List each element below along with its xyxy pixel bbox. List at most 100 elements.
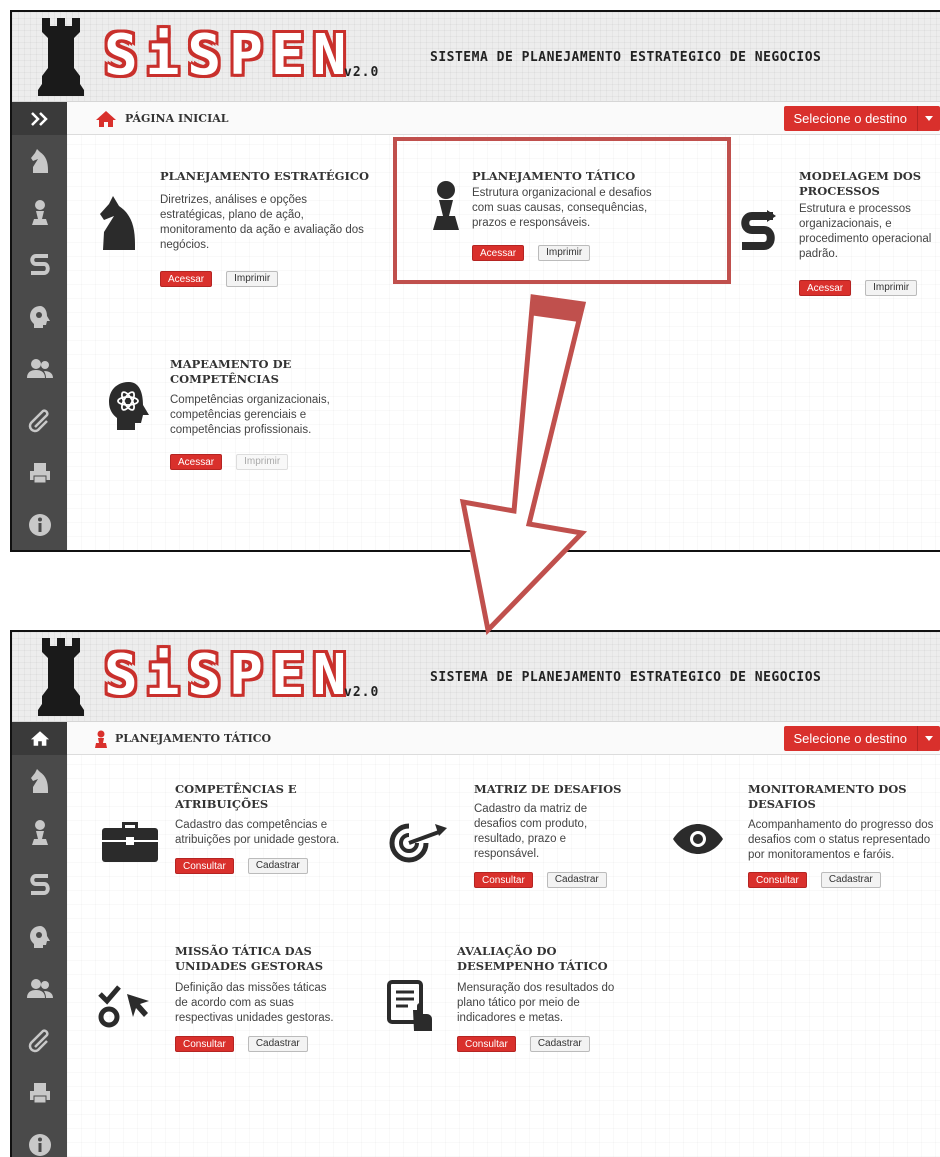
card-challenges-matrix: MATRIZ DE DESAFIOS Cadastro da matriz de… [387, 782, 647, 902]
card-title: MODELAGEM DOS PROCESSOS [799, 169, 922, 198]
sidebar-item-processes[interactable] [12, 239, 67, 291]
head-atom-icon [29, 306, 50, 328]
expand-sidebar-button[interactable] [12, 102, 67, 135]
info-icon [28, 514, 51, 536]
breadcrumb-bar: PÁGINA INICIAL Selecione o destino [67, 102, 940, 135]
destination-select-label: Selecione o destino [784, 726, 918, 751]
card-strategic-planning: PLANEJAMENTO ESTRATÉGICO Diretrizes, aná… [97, 162, 377, 292]
consult-button[interactable]: Consultar [175, 858, 234, 874]
consult-button[interactable]: Consultar [748, 872, 807, 888]
card-process-modeling: MODELAGEM DOS PROCESSOS Estrutura e proce… [739, 162, 939, 312]
logo-version: v2.0 [344, 685, 380, 700]
home-nav-button[interactable] [12, 722, 67, 755]
card-description: Cadastro da matriz de desafios com produt… [474, 803, 588, 860]
breadcrumb: PÁGINA INICIAL [95, 102, 228, 135]
destination-select[interactable]: Selecione o destino [783, 726, 940, 751]
destination-select[interactable]: Selecione o destino [783, 106, 940, 131]
pawn-icon [95, 730, 107, 748]
sidebar-item-tactical[interactable] [12, 807, 67, 859]
sidebar-item-attachments[interactable] [12, 395, 67, 447]
logo-wordmark: SiSPEN [104, 23, 355, 88]
target-arrow-icon [389, 823, 447, 863]
sidebar-item-competencies[interactable] [12, 911, 67, 963]
print-button[interactable]: Imprimir [865, 280, 918, 296]
knight-icon [30, 149, 48, 173]
card-actions: Consultar Cadastrar [748, 872, 881, 888]
sidebar-item-info[interactable] [12, 499, 67, 550]
consult-button[interactable]: Consultar [457, 1036, 516, 1052]
check-cursor-icon [98, 985, 149, 1028]
document-hand-icon [387, 980, 432, 1031]
header-banner: SiSPEN v2.0 SISTEMA DE PLANEJAMENTO ESTR… [12, 632, 940, 722]
page-title: PLANEJAMENTO TÁTICO [115, 732, 272, 745]
logo-wordmark: SiSPEN [104, 643, 355, 708]
page-title: PÁGINA INICIAL [125, 112, 229, 125]
pawn-icon [31, 200, 48, 225]
rook-logo-icon [38, 638, 84, 716]
card-description: Mensuração dos resultados do plano tático… [457, 982, 615, 1024]
consult-button[interactable]: Consultar [175, 1036, 234, 1052]
system-name: SISTEMA DE PLANEJAMENTO ESTRATÉGICO DE N… [430, 50, 822, 65]
home-icon [96, 110, 116, 127]
process-s-icon [29, 874, 50, 895]
register-button[interactable]: Cadastrar [247, 858, 308, 874]
card-description: Diretrizes, análises e opções estratégica… [160, 194, 364, 251]
highlight-box [393, 137, 731, 284]
breadcrumb-bar: PLANEJAMENTO TÁTICO Selecione o destino [67, 722, 940, 755]
sidebar-item-strategic[interactable] [12, 755, 67, 807]
knight-icon [30, 769, 48, 793]
sidebar-item-users[interactable] [12, 963, 67, 1015]
access-button[interactable]: Acessar [170, 454, 223, 470]
pawn-icon [31, 820, 48, 845]
access-button[interactable]: Acessar [160, 271, 213, 287]
sidebar [12, 102, 67, 550]
sidebar-item-print[interactable] [12, 447, 67, 499]
process-s-icon [29, 254, 50, 275]
sidebar-item-attachments[interactable] [12, 1015, 67, 1067]
info-icon [28, 1134, 51, 1156]
print-button[interactable]: Imprimir [226, 271, 279, 287]
sidebar-item-info[interactable] [12, 1119, 67, 1157]
card-title: AVALIAÇÃO DO DESEMPENHO TÁTICO [457, 944, 608, 973]
register-button[interactable]: Cadastrar [247, 1036, 308, 1052]
card-description: Cadastro das competências e atribuições p… [175, 819, 340, 846]
paperclip-icon [28, 409, 49, 433]
card-description: Definição das missões táticas de acordo c… [175, 982, 334, 1024]
tactical-planning-screenshot: SiSPEN v2.0 SISTEMA DE PLANEJAMENTO ESTR… [10, 630, 940, 1157]
card-description: Acompanhamento do progresso dos desafios … [748, 819, 934, 861]
card-title: MONITORAMENTO DOS DESAFIOS [748, 782, 907, 811]
register-button[interactable]: Cadastrar [820, 872, 881, 888]
card-actions: Acessar Imprimir [160, 271, 279, 287]
destination-select-label: Selecione o destino [784, 106, 918, 131]
card-tactical-performance: AVALIAÇÃO DO DESEMPENHO TÁTICO Mensuração… [387, 944, 647, 1064]
register-button[interactable]: Cadastrar [529, 1036, 590, 1052]
sidebar-item-competencies[interactable] [12, 291, 67, 343]
register-button[interactable]: Cadastrar [546, 872, 607, 888]
sidebar-item-processes[interactable] [12, 859, 67, 911]
card-actions: Consultar Cadastrar [474, 872, 607, 888]
sidebar-item-tactical[interactable] [12, 187, 67, 239]
card-actions: Consultar Cadastrar [457, 1036, 590, 1052]
card-actions: Consultar Cadastrar [175, 1036, 308, 1052]
logo-version: v2.0 [344, 65, 380, 80]
head-atom-icon [109, 382, 149, 430]
card-actions: Consultar Cadastrar [175, 858, 308, 874]
head-atom-icon [29, 926, 50, 948]
sidebar-item-strategic[interactable] [12, 135, 67, 187]
system-name: SISTEMA DE PLANEJAMENTO ESTRATÉGICO DE N… [430, 670, 822, 685]
knight-icon [100, 196, 135, 250]
process-s-icon [741, 210, 776, 250]
access-button[interactable]: Acessar [799, 280, 852, 296]
card-description: Competências organizacionais, competência… [170, 394, 330, 436]
card-title: COMPETÊNCIAS E ATRIBUIÇÕES [175, 782, 297, 811]
card-competencies-attributions: COMPETÊNCIAS E ATRIBUIÇÕES Cadastro das c… [102, 782, 372, 882]
rook-logo-icon [38, 18, 84, 96]
card-title: MATRIZ DE DESAFIOS [474, 782, 622, 796]
consult-button[interactable]: Consultar [474, 872, 533, 888]
print-button[interactable]: Imprimir [236, 454, 289, 470]
card-title: MISSÃO TÁTICA DAS UNIDADES GESTORAS [175, 944, 324, 973]
sidebar-item-print[interactable] [12, 1067, 67, 1119]
sidebar-item-users[interactable] [12, 343, 67, 395]
briefcase-icon [102, 822, 158, 862]
users-icon [26, 359, 53, 378]
